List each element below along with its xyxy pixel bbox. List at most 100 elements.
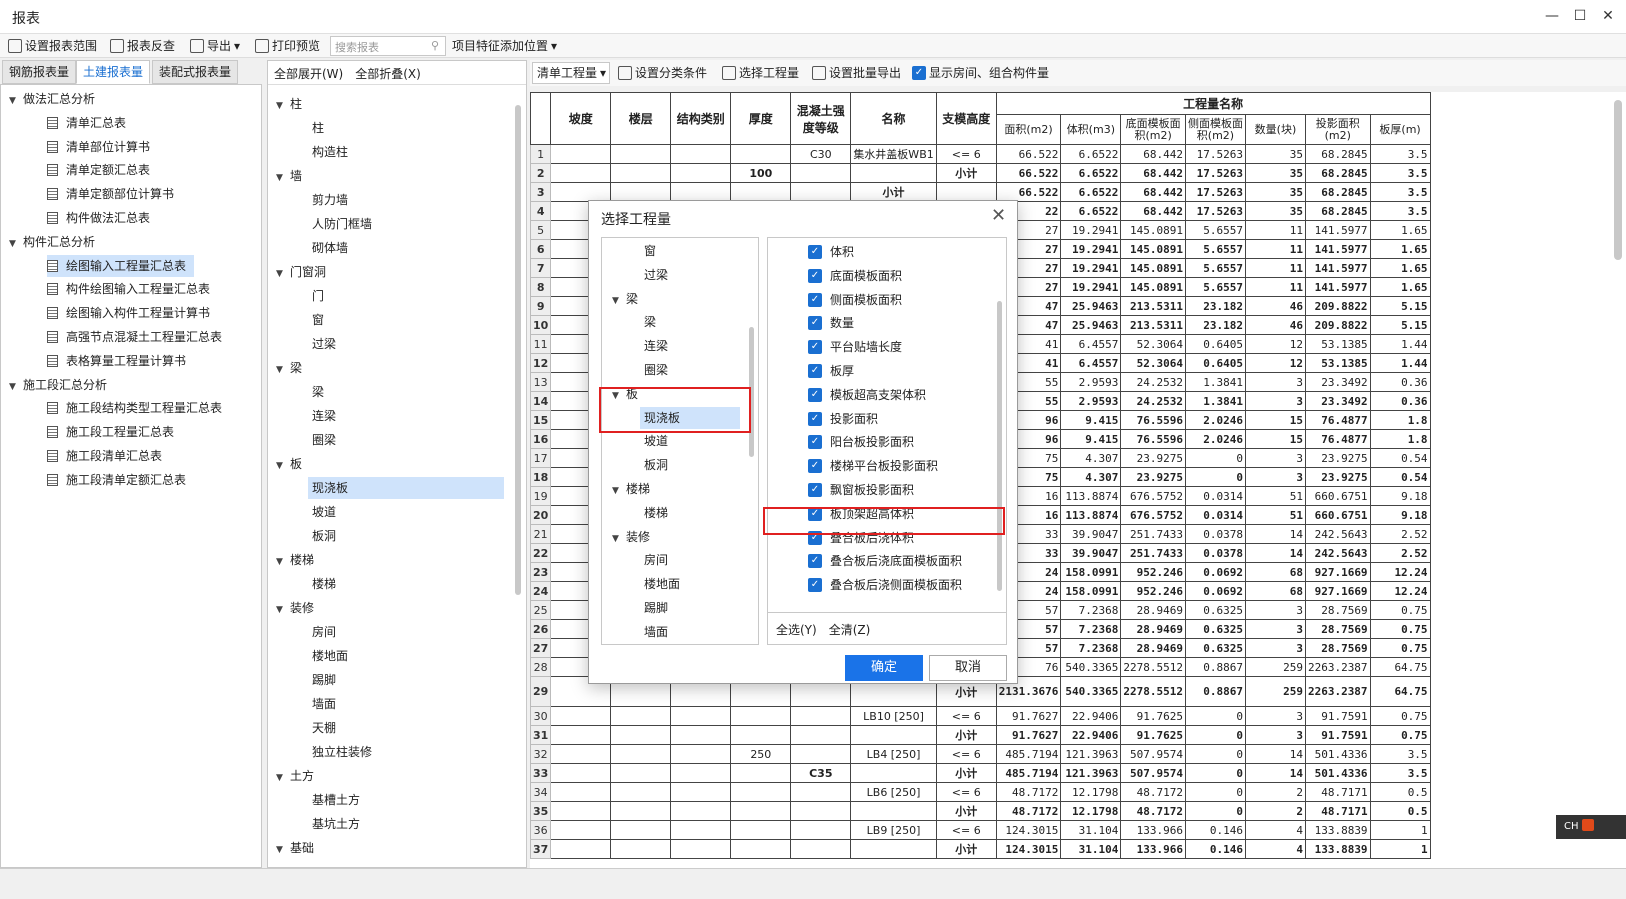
tree-item[interactable]: 墙面 [308, 693, 504, 715]
table-cell[interactable]: 64.75 [1369, 657, 1431, 677]
table-cell[interactable] [730, 725, 792, 745]
tree-item[interactable]: 门 [308, 285, 504, 307]
table-cell[interactable] [850, 163, 937, 183]
table-cell[interactable]: 660.6751 [1304, 505, 1371, 525]
tree-item[interactable]: 梁 [308, 381, 504, 403]
quantity-checkbox[interactable]: ✓ 数量 [808, 312, 854, 334]
tree-item[interactable]: 板洞 [640, 454, 740, 476]
table-cell[interactable]: 小计 [935, 763, 997, 783]
table-cell[interactable]: LB6 [250] [850, 782, 937, 802]
table-cell[interactable]: 15 [1244, 429, 1306, 449]
table-cell[interactable]: LB10 [250] [850, 706, 937, 726]
table-cell[interactable] [550, 706, 612, 726]
print-preview-button[interactable]: 打印预览 [255, 37, 320, 55]
table-cell[interactable]: 0.75 [1369, 638, 1431, 658]
table-cell[interactable]: 2.9593 [1060, 391, 1122, 411]
table-cell[interactable]: 91.7591 [1304, 706, 1371, 726]
table-cell[interactable]: 660.6751 [1304, 486, 1371, 506]
search-input[interactable]: 搜索报表 ⚲ [330, 36, 446, 56]
table-cell[interactable]: 3 [1244, 725, 1306, 745]
table-cell[interactable]: 6.6522 [1060, 201, 1122, 221]
table-cell[interactable]: 145.0891 [1120, 220, 1186, 240]
table-cell[interactable]: 1.44 [1369, 353, 1431, 373]
tree-item[interactable]: 房间 [640, 549, 740, 571]
table-cell[interactable]: 39.9047 [1060, 524, 1122, 544]
tree-item[interactable]: 表格算量工程量计算书 [47, 350, 194, 372]
table-cell[interactable]: 145.0891 [1120, 239, 1186, 259]
table-cell[interactable]: 0.6325 [1184, 600, 1246, 620]
table-cell[interactable]: 23.182 [1184, 315, 1246, 335]
table-cell[interactable]: 46 [1244, 315, 1306, 335]
table-cell[interactable]: 14 [1244, 763, 1306, 783]
table-cell[interactable]: 91.7591 [1304, 725, 1371, 745]
table-cell[interactable]: 5.6557 [1184, 277, 1246, 297]
tree-group[interactable]: ▼ 做法汇总分析 [9, 88, 95, 110]
column-header[interactable]: 楼层 [610, 92, 672, 145]
table-cell[interactable]: 28.7569 [1304, 638, 1371, 658]
table-cell[interactable]: 2 [1244, 801, 1306, 821]
table-cell[interactable]: 76.5596 [1120, 410, 1186, 430]
table-cell[interactable]: 68.442 [1120, 182, 1186, 202]
table-cell[interactable] [550, 163, 612, 183]
table-cell[interactable]: 113.8874 [1060, 505, 1122, 525]
table-cell[interactable]: 11 [1244, 277, 1306, 297]
table-cell[interactable] [730, 839, 792, 859]
table-cell[interactable]: 11 [1244, 258, 1306, 278]
table-cell[interactable] [610, 801, 672, 821]
table-cell[interactable]: 0.6405 [1184, 353, 1246, 373]
table-cell[interactable]: 2.0246 [1184, 429, 1246, 449]
table-cell[interactable]: 3 [1244, 467, 1306, 487]
tree-group[interactable]: ▼ 板 [276, 453, 302, 475]
table-cell[interactable]: 4.307 [1060, 448, 1122, 468]
table-row[interactable]: 30 LB10 [250] <= 6 91.7627 22.9406 91.7625 0 3 9… [530, 706, 1431, 726]
table-cell[interactable]: 52.3064 [1120, 353, 1186, 373]
table-cell[interactable]: 676.5752 [1120, 486, 1186, 506]
tree-item[interactable]: 清单部位计算书 [47, 136, 158, 158]
feature-position-dropdown[interactable]: 项目特征添加位置 ▾ [452, 37, 557, 55]
tree-group[interactable]: ▼ 梁 [276, 357, 302, 379]
table-cell[interactable]: 23.9275 [1120, 448, 1186, 468]
table-cell[interactable]: 68.2845 [1304, 201, 1371, 221]
table-cell[interactable]: 68.442 [1120, 144, 1186, 164]
tree-item[interactable]: 高强节点混凝土工程量汇总表 [47, 326, 230, 348]
tree-item[interactable]: 坡道 [308, 501, 504, 523]
table-cell[interactable]: 0.146 [1184, 820, 1246, 840]
column-header[interactable]: 数量(块) [1244, 114, 1306, 145]
table-cell[interactable] [550, 839, 612, 859]
table-cell[interactable]: 4 [1244, 820, 1306, 840]
table-cell[interactable]: 28.7569 [1304, 619, 1371, 639]
table-cell[interactable]: 23.3492 [1304, 372, 1371, 392]
table-cell[interactable] [730, 706, 792, 726]
tree-item[interactable]: 人防门框墙 [308, 213, 504, 235]
table-cell[interactable]: 7.2368 [1060, 600, 1122, 620]
tree-item[interactable]: 窗 [308, 309, 504, 331]
table-row[interactable]: 36 LB9 [250] <= 6 124.3015 31.104 133.966 0.14… [530, 820, 1431, 840]
table-cell[interactable] [670, 839, 732, 859]
tree-item[interactable]: 过梁 [640, 264, 740, 286]
table-cell[interactable]: 22.9406 [1060, 706, 1122, 726]
quantity-checkbox[interactable]: ✓ 叠合板后浇底面模板面积 [808, 550, 962, 572]
tree-item[interactable]: 独立柱装修 [308, 741, 504, 763]
table-cell[interactable]: 12.24 [1369, 562, 1431, 582]
table-cell[interactable]: 2263.2387 [1304, 676, 1371, 707]
table-cell[interactable] [935, 182, 997, 202]
table-cell[interactable] [730, 782, 792, 802]
table-cell[interactable]: 1.8 [1369, 429, 1431, 449]
table-cell[interactable] [670, 706, 732, 726]
table-cell[interactable]: 53.1385 [1304, 353, 1371, 373]
quantity-checkbox[interactable]: ✓ 投影面积 [808, 408, 878, 430]
table-cell[interactable]: 2.0246 [1184, 410, 1246, 430]
table-cell[interactable]: 952.246 [1120, 581, 1186, 601]
column-header[interactable]: 体积(m3) [1060, 114, 1122, 145]
tree-group[interactable]: ▼ 楼梯 [276, 549, 314, 571]
table-cell[interactable]: 2278.5512 [1120, 657, 1186, 677]
table-cell[interactable]: 540.3365 [1060, 676, 1122, 707]
table-cell[interactable]: 158.0991 [1060, 581, 1122, 601]
table-cell[interactable]: 51 [1244, 505, 1306, 525]
table-cell[interactable]: 1 [1369, 820, 1431, 840]
set-range-button[interactable]: 设置报表范围 [8, 37, 97, 55]
tree-item[interactable]: 踢脚 [640, 597, 740, 619]
table-cell[interactable]: 66.522 [995, 182, 1062, 202]
tree-item[interactable]: 墙面 [640, 621, 740, 643]
expand-all-button[interactable]: 全部展开(W) [274, 65, 343, 81]
